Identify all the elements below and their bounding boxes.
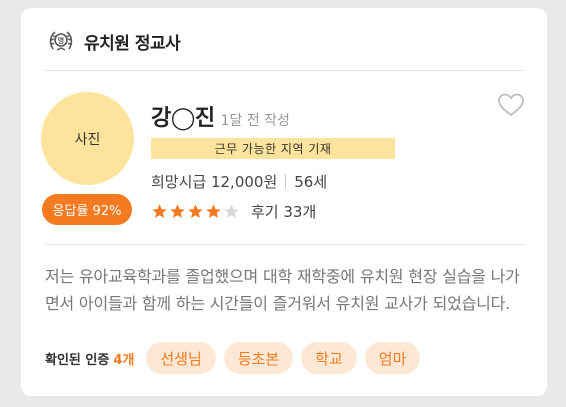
- name-row: 강◯진 1달 전 작성: [151, 100, 290, 132]
- teacher-name: 강◯진: [151, 106, 215, 131]
- verification-chips: 선생님 등초본 학교 엄마: [146, 342, 428, 374]
- hourly-wage: 희망시급 12,000원: [151, 173, 278, 191]
- photo-label: 사진: [74, 131, 101, 148]
- teacher-age: 56세: [294, 173, 328, 191]
- review-count[interactable]: 후기 33개: [251, 201, 316, 222]
- star-filled-icon: [169, 203, 186, 220]
- verification-count: 4개: [113, 352, 135, 368]
- intro-text: 저는 유아교육학과를 졸업했으며 대학 재학중에 유치원 현장 실습을 나가면서…: [45, 267, 520, 313]
- heart-outline-icon[interactable]: [497, 92, 525, 118]
- star-empty-icon: [223, 203, 240, 220]
- star-filled-icon: [151, 203, 168, 220]
- region-note: 근무 가능한 지역 기재: [151, 138, 395, 159]
- verification-chip: 등초본: [223, 342, 294, 374]
- wage-row: 희망시급 12,000원 56세: [151, 171, 327, 192]
- star-filled-icon: [205, 203, 222, 220]
- star-rating: [151, 203, 241, 220]
- header-divider: [45, 70, 525, 71]
- posted-time: 1달 전 작성: [220, 113, 290, 129]
- teacher-card[interactable]: 명 유치원 정교사 사진 응답률 92% 강◯진 1달 전 작성 근무 가능한 …: [21, 8, 547, 396]
- svg-text:명: 명: [58, 36, 64, 45]
- verification-chip: 엄마: [364, 342, 421, 374]
- verification-label: 확인된 인증: [45, 352, 110, 368]
- verification-row: 확인된 인증 4개 선생님 등초본 학교 엄마: [45, 342, 428, 374]
- response-rate-badge: 응답률 92%: [42, 194, 132, 225]
- content-divider: [45, 244, 525, 245]
- wage-separator: [285, 174, 287, 189]
- kindergarten-teacher-emblem-icon: 명: [46, 26, 76, 56]
- star-filled-icon: [187, 203, 204, 220]
- profile-photo: 사진: [41, 92, 134, 185]
- rating-row: 후기 33개: [151, 201, 316, 222]
- verification-chip: 선생님: [146, 342, 216, 374]
- card-header: 명 유치원 정교사: [46, 26, 181, 56]
- card-title: 유치원 정교사: [84, 33, 181, 54]
- verification-chip: 학교: [301, 342, 357, 374]
